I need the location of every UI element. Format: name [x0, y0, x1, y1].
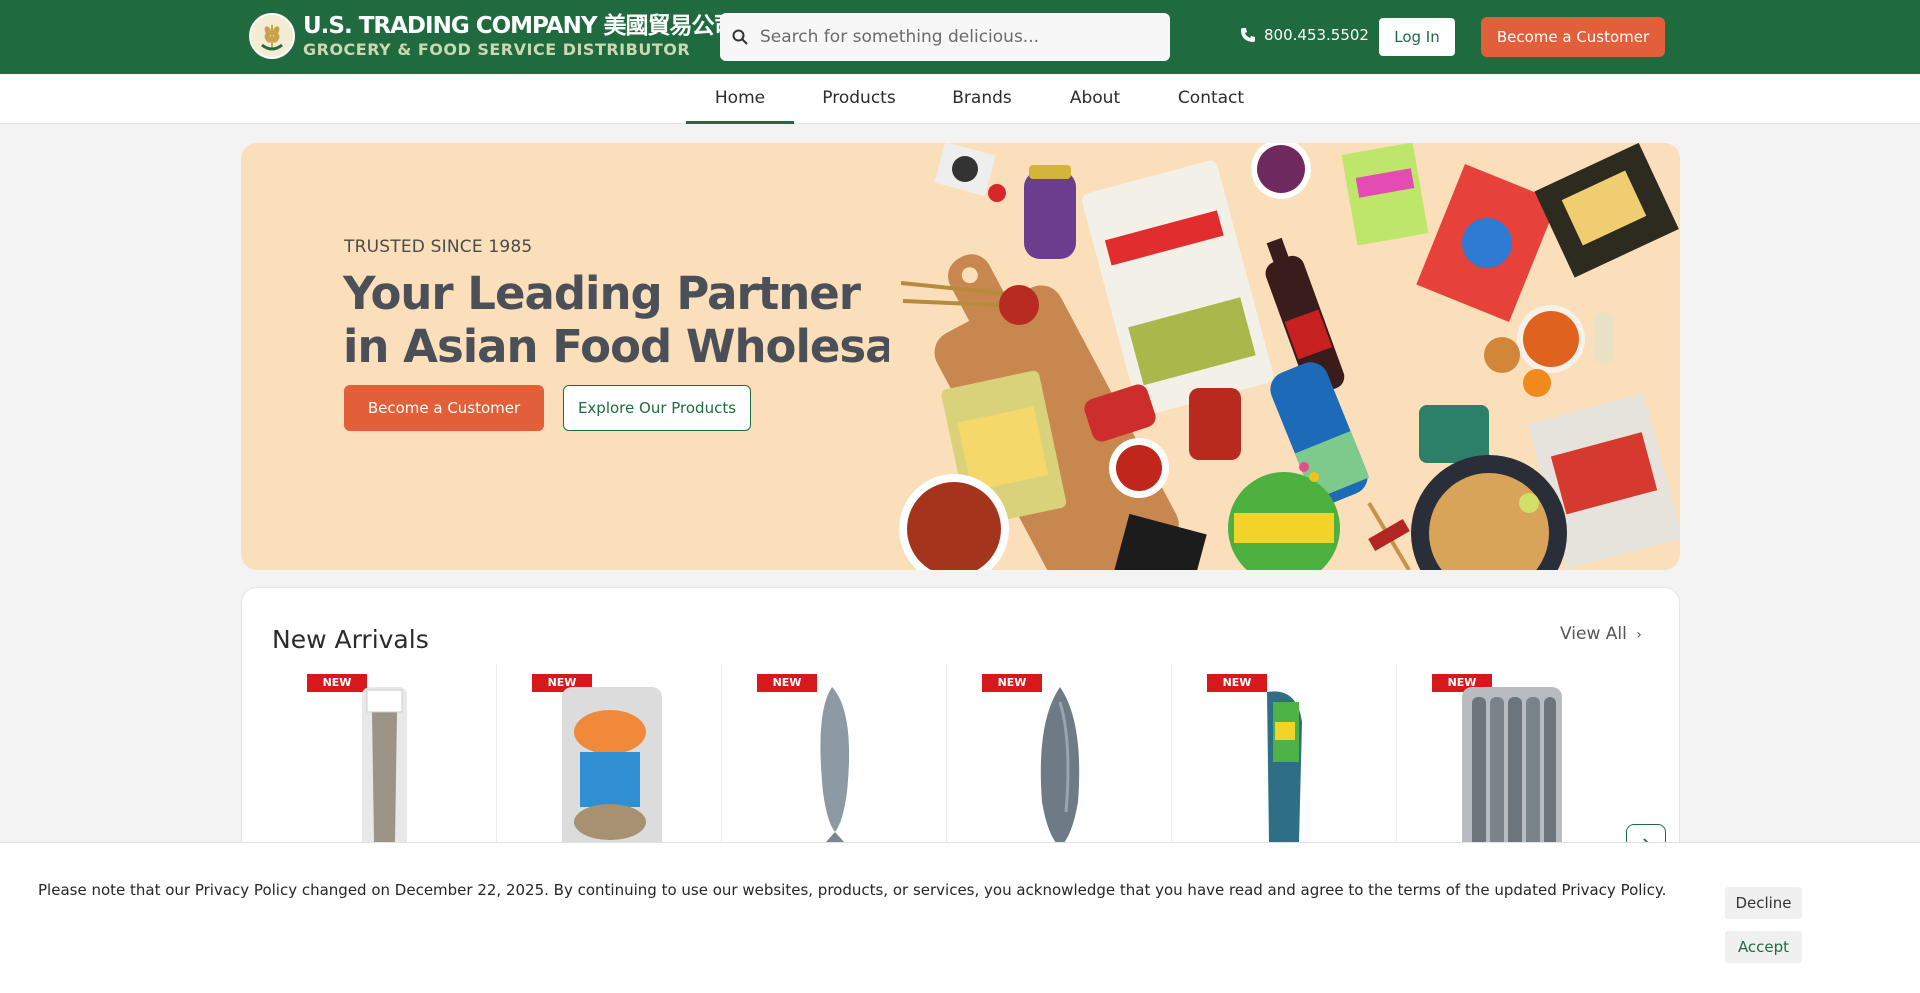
become-customer-header-button[interactable]: Become a Customer	[1481, 17, 1665, 57]
asian-groceries-image	[889, 143, 1680, 570]
top-header: U.S. TRADING COMPANY 美國貿易公司 GROCERY & FO…	[0, 0, 1920, 74]
decline-button[interactable]: Decline	[1725, 887, 1802, 919]
search-icon	[732, 29, 748, 45]
accept-button[interactable]: Accept	[1725, 931, 1802, 963]
logo-tagline: GROCERY & FOOD SERVICE DISTRIBUTOR	[303, 39, 691, 59]
phone-link[interactable]: 800.453.5502	[1240, 26, 1369, 44]
product-card[interactable]: NEW	[947, 664, 1172, 864]
logo-company-name: U.S. TRADING COMPANY 美國貿易公司	[303, 12, 736, 39]
product-image-whole-fish	[820, 687, 850, 847]
product-card[interactable]: NEW	[497, 664, 722, 864]
hero-eyebrow: TRUSTED SINCE 1985	[344, 237, 533, 257]
product-card[interactable]: NEW	[722, 664, 947, 864]
product-card[interactable]: NEW	[272, 664, 497, 864]
product-image-fish-platter	[562, 687, 662, 847]
become-customer-hero-button[interactable]: Become a Customer	[344, 385, 544, 431]
nav-item-home[interactable]: Home	[686, 74, 794, 124]
company-logo[interactable]: U.S. TRADING COMPANY 美國貿易公司 GROCERY & FO…	[249, 12, 736, 59]
product-carousel: NEW NEW NEW NEW NEW NEW	[272, 664, 1666, 864]
product-card[interactable]: NEW	[1172, 664, 1397, 864]
search-box[interactable]	[720, 13, 1170, 61]
hero-title-line2: in Asian Food Wholesale	[343, 320, 939, 373]
nav-item-products[interactable]: Products	[812, 74, 906, 124]
login-button[interactable]: Log In	[1379, 18, 1455, 56]
product-image-fish-pack	[1462, 687, 1562, 847]
privacy-policy-banner: Please note that our Privacy Policy chan…	[0, 842, 1920, 993]
chevron-right-icon: ›	[1636, 627, 1642, 643]
new-arrivals-title: New Arrivals	[272, 625, 429, 654]
privacy-notice-text: Please note that our Privacy Policy chan…	[38, 881, 1667, 899]
search-input[interactable]	[760, 27, 1160, 47]
phone-number: 800.453.5502	[1264, 26, 1369, 44]
hero-title-line1: Your Leading Partner	[343, 267, 861, 320]
product-card[interactable]: NEW	[1397, 664, 1622, 864]
hero-title: Your Leading Partner in Asian Food Whole…	[343, 267, 939, 373]
product-image-whole-tuna	[1040, 687, 1080, 847]
nav-item-contact[interactable]: Contact	[1168, 74, 1254, 124]
product-image-labeled-fish	[1267, 691, 1302, 847]
hero-banner: TRUSTED SINCE 1985 Your Leading Partner …	[241, 143, 1680, 570]
nav-item-about[interactable]: About	[1058, 74, 1132, 124]
nav-item-brands[interactable]: Brands	[942, 74, 1022, 124]
explore-products-button[interactable]: Explore Our Products	[563, 385, 751, 431]
main-nav: Home Products Brands About Contact	[0, 74, 1920, 124]
view-all-label: View All	[1560, 624, 1627, 644]
view-all-link[interactable]: View All ›	[1560, 624, 1642, 644]
phone-icon	[1241, 28, 1255, 42]
wheat-logo-icon	[249, 13, 295, 59]
product-image-frozen-fish	[362, 687, 407, 847]
